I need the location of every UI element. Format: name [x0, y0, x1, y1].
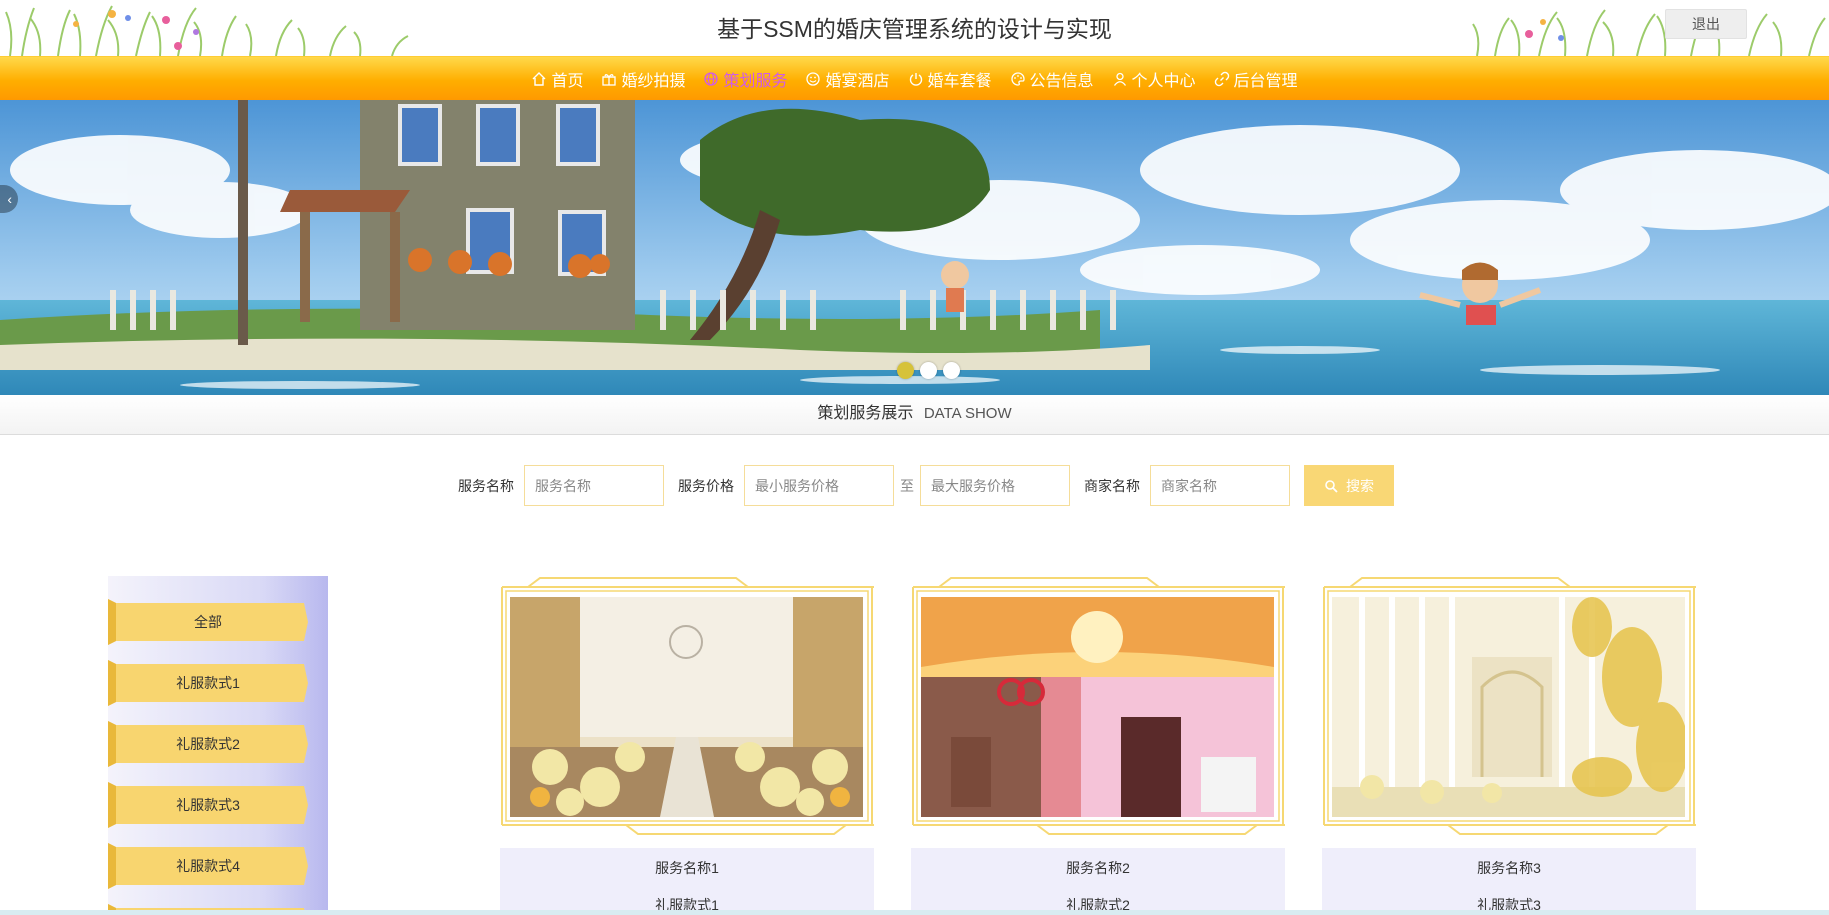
gift-icon	[602, 73, 617, 86]
nav-item-admin[interactable]: 后台管理	[1205, 57, 1307, 101]
service-name-label: 服务名称	[458, 477, 514, 494]
nav-item-label: 首页	[551, 72, 584, 90]
nav-item-home[interactable]: 首页	[522, 57, 592, 101]
nav-item-announcements[interactable]: 公告信息	[1001, 57, 1103, 101]
nav-item-personal-center[interactable]: 个人中心	[1103, 57, 1205, 101]
service-card[interactable]: 服务名称3 礼服款式3	[1322, 575, 1696, 915]
nav-item-label: 后台管理	[1233, 72, 1298, 90]
section-title-bar: 策划服务展示 DATA SHOW	[0, 395, 1829, 435]
section-title: 策划服务展示	[817, 405, 914, 422]
category-item-all[interactable]: 全部	[108, 599, 308, 645]
service-photo	[921, 597, 1274, 817]
nav-item-wedding-photo[interactable]: 婚纱拍摄	[592, 57, 694, 101]
category-label: 全部	[194, 614, 222, 630]
carousel-dot[interactable]	[897, 362, 914, 379]
category-item[interactable]: 礼服款式1	[108, 660, 308, 706]
category-label: 礼服款式1	[176, 675, 240, 691]
carousel-dot[interactable]	[943, 362, 960, 379]
nav-item-planning-service[interactable]: 策划服务	[694, 57, 796, 101]
category-sidebar: 全部 礼服款式1 礼服款式2 礼服款式3 礼服款式4	[108, 576, 328, 915]
merchant-name-input[interactable]	[1150, 465, 1290, 506]
nav-item-label: 婚宴酒店	[825, 72, 890, 90]
category-label: 礼服款式2	[176, 736, 240, 752]
merchant-name-label: 商家名称	[1084, 477, 1140, 494]
search-form: 服务名称 服务价格 至 商家名称 搜索	[458, 465, 1394, 506]
service-photo	[510, 597, 863, 817]
service-name: 服务名称2	[1066, 860, 1130, 876]
home-icon	[532, 71, 546, 86]
nav-item-label: 婚车套餐	[927, 72, 992, 90]
search-button-label: 搜索	[1346, 477, 1374, 494]
banner-carousel[interactable]: ‹	[0, 100, 1829, 395]
service-name: 服务名称3	[1477, 860, 1541, 876]
header: 基于SSM的婚庆管理系统的设计与实现 退出	[0, 0, 1829, 56]
bottom-strip	[0, 910, 1829, 915]
nav-item-label: 婚纱拍摄	[621, 72, 686, 90]
category-label: 礼服款式4	[176, 858, 240, 874]
nav-item-banquet-hotel[interactable]: 婚宴酒店	[796, 57, 898, 101]
palette-icon	[1010, 71, 1025, 86]
globe-icon	[704, 71, 719, 86]
card-info: 服务名称1 礼服款式1	[500, 848, 874, 915]
search-button[interactable]: 搜索	[1304, 465, 1394, 506]
service-photo	[1332, 597, 1685, 817]
nav-item-wedding-car[interactable]: 婚车套餐	[899, 57, 1001, 101]
main-nav: 首页 婚纱拍摄 策划服务 婚宴酒店 婚车套餐 公告信息 个人中心 后台管理	[0, 56, 1829, 100]
card-info: 服务名称3 礼服款式3	[1322, 848, 1696, 915]
category-label: 礼服款式3	[176, 797, 240, 813]
logout-button[interactable]: 退出	[1665, 9, 1747, 39]
min-price-input[interactable]	[744, 465, 894, 506]
category-item[interactable]: 礼服款式2	[108, 721, 308, 767]
smile-icon	[806, 71, 821, 86]
power-icon	[909, 72, 922, 86]
nav-item-label: 个人中心	[1131, 72, 1196, 90]
carousel-dots	[897, 362, 960, 379]
service-card[interactable]: 服务名称2 礼服款式2	[911, 575, 1285, 915]
site-title: 基于SSM的婚庆管理系统的设计与实现	[717, 16, 1112, 42]
banner-image	[0, 100, 1829, 395]
service-name: 服务名称1	[655, 860, 719, 876]
link-icon	[1214, 71, 1229, 86]
category-item[interactable]: 礼服款式4	[108, 843, 308, 889]
max-price-input[interactable]	[920, 465, 1070, 506]
service-name-input[interactable]	[524, 465, 664, 506]
search-icon	[1325, 479, 1338, 493]
nav-item-label: 公告信息	[1029, 72, 1094, 90]
carousel-dot[interactable]	[920, 362, 937, 379]
card-info: 服务名称2 礼服款式2	[911, 848, 1285, 915]
service-price-label: 服务价格	[678, 477, 734, 494]
service-card[interactable]: 服务名称1 礼服款式1	[500, 575, 874, 915]
section-subtitle: DATA SHOW	[923, 405, 1012, 422]
price-range-separator: 至	[900, 477, 914, 494]
category-item[interactable]: 礼服款式3	[108, 782, 308, 828]
user-icon	[1113, 72, 1126, 86]
nav-item-label: 策划服务	[723, 72, 788, 90]
